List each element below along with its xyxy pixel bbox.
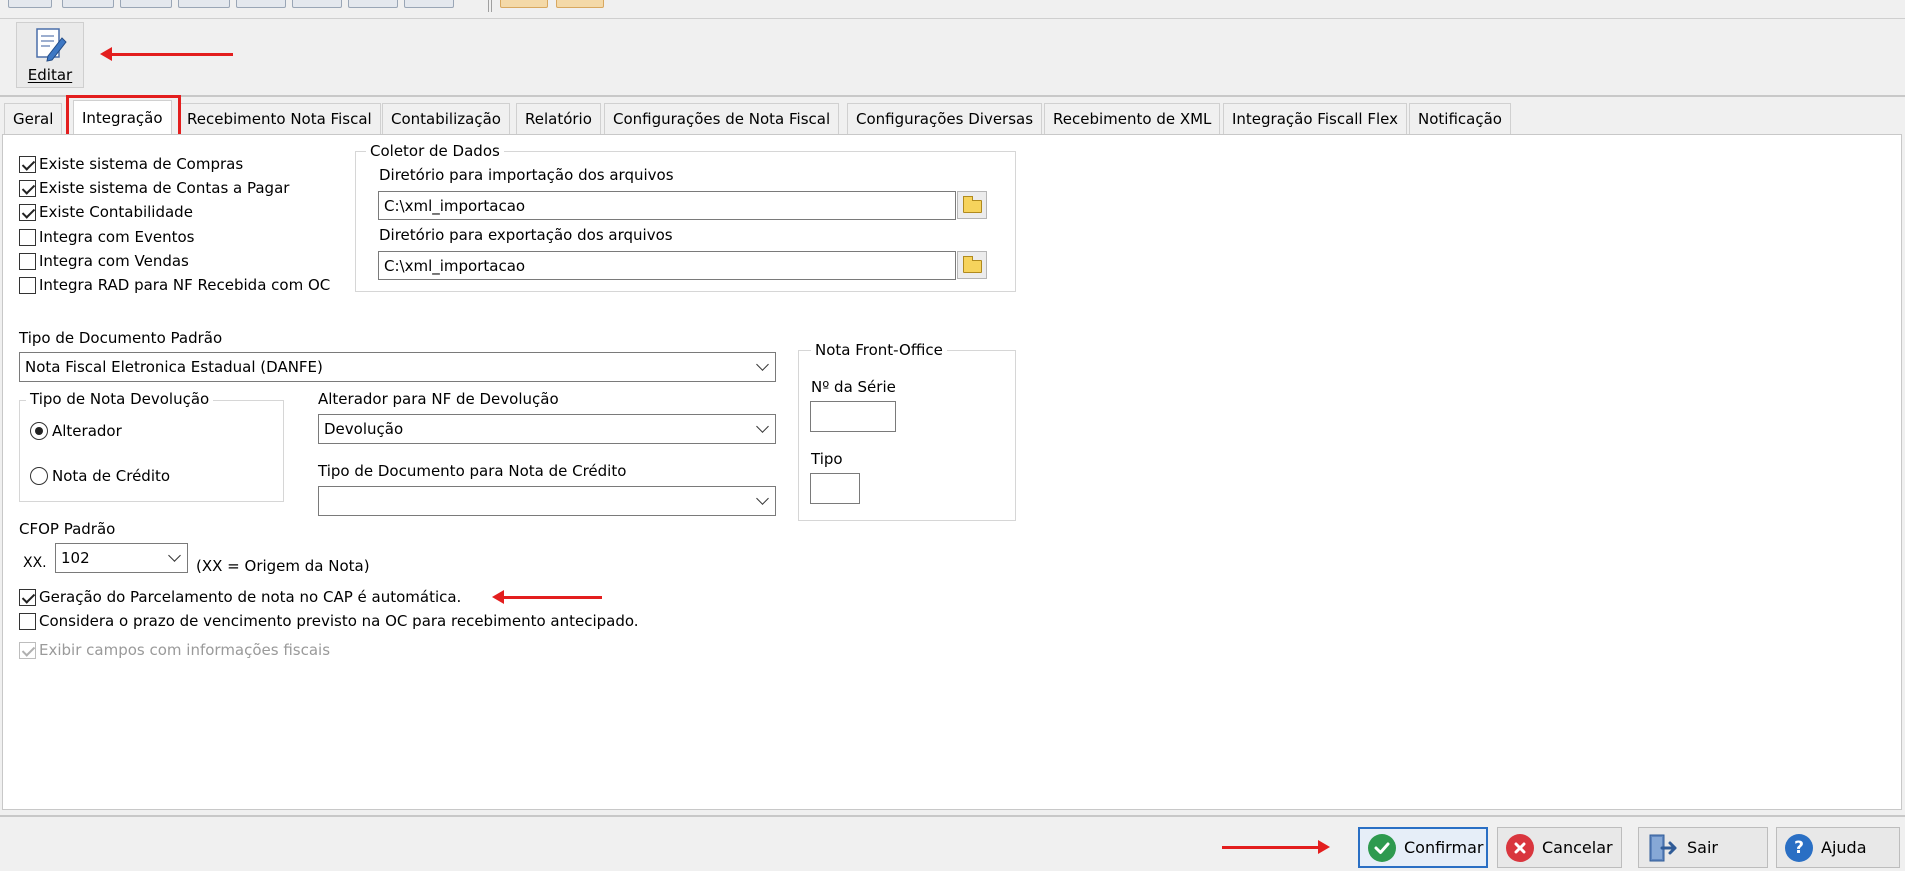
- edit-document-icon: [36, 28, 67, 62]
- checkbox-box: [19, 228, 36, 246]
- checkbox-box: [19, 588, 36, 606]
- tipo-documento-label: Tipo de Documento Padrão: [19, 329, 223, 347]
- checkbox-exibir-campos-fiscais: Exibir campos com informações fiscais: [19, 641, 330, 659]
- checkbox-existe-contas-pagar[interactable]: Existe sistema de Contas a Pagar: [19, 179, 289, 197]
- annotation-arrow-parcelamento: [492, 590, 602, 604]
- folder-icon: [963, 196, 982, 213]
- help-label: Ajuda: [1821, 838, 1867, 857]
- tipo-label: Tipo: [811, 450, 843, 468]
- import-dir-browse-button[interactable]: [957, 191, 987, 219]
- exit-label: Sair: [1687, 838, 1718, 857]
- tab-configuracoes-nota-fiscal[interactable]: Configurações de Nota Fiscal: [604, 103, 840, 134]
- action-area: [0, 19, 1905, 97]
- folder-icon: [963, 256, 982, 273]
- toolbar-window-button[interactable]: [348, 0, 398, 8]
- checkbox-existe-contabilidade[interactable]: Existe Contabilidade: [19, 203, 193, 221]
- tipo-documento-select[interactable]: Nota Fiscal Eletronica Estadual (DANFE): [19, 352, 776, 382]
- toolbar-grid-button[interactable]: [236, 0, 286, 8]
- checkbox-existe-compras[interactable]: Existe sistema de Compras: [19, 155, 243, 173]
- cancel-button[interactable]: Cancelar: [1497, 827, 1622, 868]
- edit-button-label: Editar: [27, 66, 73, 84]
- cfop-prefix: XX.: [23, 555, 47, 571]
- chevron-down-icon: [168, 549, 181, 562]
- toolbar-more-button[interactable]: [404, 0, 454, 8]
- confirm-label: Confirmar: [1404, 838, 1484, 857]
- tipo-doc-credito-select[interactable]: [318, 486, 776, 516]
- tab-configuracoes-diversas[interactable]: Configurações Diversas: [847, 103, 1043, 134]
- radio-nota-credito[interactable]: Nota de Crédito: [30, 467, 170, 485]
- toolbar-print-button[interactable]: [178, 0, 230, 8]
- checkbox-box: [19, 179, 36, 197]
- chevron-down-icon: [756, 358, 769, 371]
- tab-integracao-fiscall-flex[interactable]: Integração Fiscall Flex: [1223, 103, 1408, 134]
- chevron-down-icon: [756, 420, 769, 433]
- toolbar-folder-button[interactable]: [500, 0, 548, 8]
- import-dir-input[interactable]: C:\xml_importacao: [378, 191, 956, 220]
- tipo-input[interactable]: [810, 473, 860, 504]
- tab-recebimento-nota-fiscal[interactable]: Recebimento Nota Fiscal: [178, 103, 381, 134]
- tab-geral[interactable]: Geral: [4, 103, 63, 134]
- front-office-title: Nota Front-Office: [811, 341, 947, 359]
- checkbox-box: [19, 155, 36, 173]
- edit-button[interactable]: Editar: [16, 22, 84, 88]
- tab-recebimento-xml[interactable]: Recebimento de XML: [1044, 103, 1221, 134]
- toolbar-save-button[interactable]: [62, 0, 114, 8]
- checkbox-box: [19, 612, 36, 630]
- cfop-select[interactable]: 102: [55, 543, 188, 573]
- import-dir-label: Diretório para importação dos arquivos: [379, 166, 674, 184]
- serie-label: Nº da Série: [811, 378, 896, 396]
- cfop-label: CFOP Padrão: [19, 520, 116, 538]
- serie-input[interactable]: [810, 401, 896, 432]
- chevron-down-icon: [756, 492, 769, 505]
- cancel-x-icon: [1506, 833, 1534, 862]
- top-toolbar: [0, 0, 1905, 19]
- checkbox-integra-vendas[interactable]: Integra com Vendas: [19, 252, 189, 270]
- alterador-label: Alterador para NF de Devolução: [318, 390, 559, 408]
- coletor-dados-title: Coletor de Dados: [366, 142, 504, 160]
- checkbox-box: [19, 252, 36, 270]
- tab-relatorio[interactable]: Relatório: [516, 103, 601, 134]
- annotation-arrow-edit: [100, 47, 233, 61]
- toolbar-back-button[interactable]: [8, 0, 52, 8]
- export-dir-label: Diretório para exportação dos arquivos: [379, 226, 673, 244]
- toolbar-export-button[interactable]: [292, 0, 342, 8]
- checkbox-parcelamento-automatico[interactable]: Geração do Parcelamento de nota no CAP é…: [19, 588, 461, 606]
- check-icon: [1368, 833, 1396, 862]
- exit-button[interactable]: Sair: [1638, 827, 1768, 868]
- checkbox-integra-rad[interactable]: Integra RAD para NF Recebida com OC: [19, 276, 330, 294]
- tipo-doc-credito-label: Tipo de Documento para Nota de Crédito: [318, 462, 627, 480]
- tipo-nota-devolucao-title: Tipo de Nota Devolução: [26, 390, 214, 408]
- tab-contabilizacao[interactable]: Contabilização: [382, 103, 510, 134]
- checkbox-box: [19, 203, 36, 221]
- export-dir-input[interactable]: C:\xml_importacao: [378, 251, 956, 280]
- toolbar-folder2-button[interactable]: [556, 0, 604, 8]
- cancel-label: Cancelar: [1542, 838, 1613, 857]
- toolbar-refresh-button[interactable]: [120, 0, 172, 8]
- checkbox-prazo-vencimento-oc[interactable]: Considera o prazo de vencimento previsto…: [19, 612, 639, 630]
- annotation-box-active-tab: [66, 95, 181, 138]
- bottom-action-bar: Confirmar Cancelar Sair ? Ajuda: [0, 815, 1905, 871]
- checkbox-integra-eventos[interactable]: Integra com Eventos: [19, 228, 194, 246]
- tab-bar: Geral Integração Recebimento Nota Fiscal…: [0, 100, 1905, 134]
- tab-notificacao[interactable]: Notificação: [1409, 103, 1511, 134]
- annotation-arrow-confirm: [1222, 840, 1330, 854]
- help-question-icon: ?: [1785, 833, 1813, 862]
- confirm-button[interactable]: Confirmar: [1358, 827, 1488, 868]
- exit-door-icon: [1647, 833, 1679, 863]
- tipo-nota-devolucao-group: [19, 400, 284, 502]
- checkbox-box: [19, 276, 36, 294]
- radio-dot: [30, 422, 48, 440]
- help-button[interactable]: ? Ajuda: [1776, 827, 1900, 868]
- checkbox-box: [19, 641, 36, 659]
- toolbar-separator: [488, 0, 492, 12]
- alterador-select[interactable]: Devolução: [318, 414, 776, 444]
- radio-alterador[interactable]: Alterador: [30, 422, 122, 440]
- cfop-hint: (XX = Origem da Nota): [196, 557, 370, 575]
- radio-dot: [30, 467, 48, 485]
- export-dir-browse-button[interactable]: [957, 251, 987, 279]
